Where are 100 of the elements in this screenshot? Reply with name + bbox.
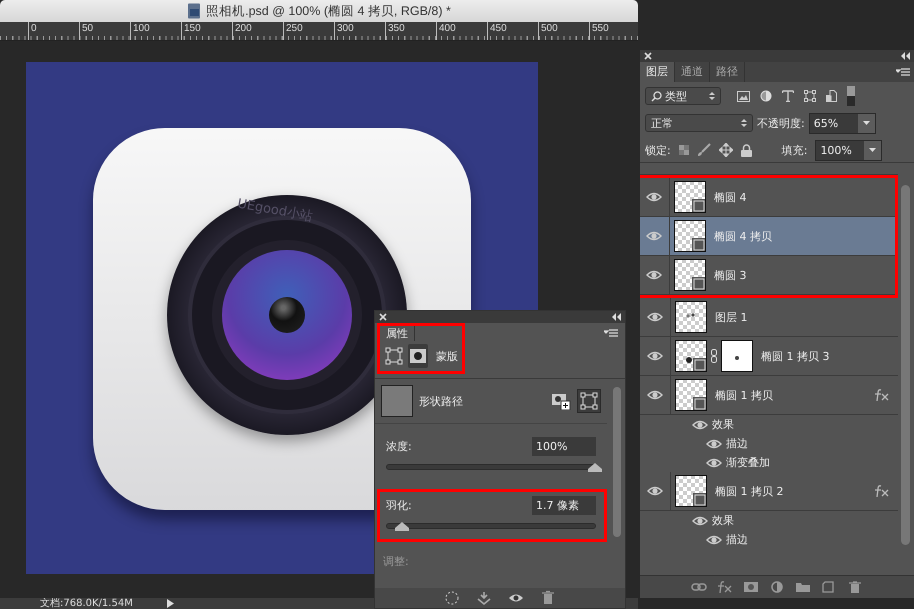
- trash-icon[interactable]: [540, 590, 556, 606]
- lens-engraving-text: UEgood小站: [236, 196, 314, 226]
- effect-name[interactable]: 描边: [726, 436, 748, 451]
- fill-field[interactable]: 100%: [815, 140, 882, 160]
- ruler-label: 150: [181, 22, 232, 40]
- visibility-eye-icon[interactable]: [692, 418, 708, 430]
- pixel-mask-button[interactable]: [408, 344, 428, 368]
- ruler-label: 200: [232, 22, 283, 40]
- field-value: 100%: [819, 142, 853, 158]
- layer-name: 椭圆 3: [714, 268, 748, 282]
- dropdown-caret-icon[interactable]: [862, 121, 870, 125]
- link-icon[interactable]: [691, 581, 707, 593]
- ruler-label: 300: [334, 22, 385, 40]
- layer-row[interactable]: 椭圆 1 拷贝: [640, 376, 898, 415]
- visibility-eye-icon[interactable]: [646, 191, 662, 203]
- ruler-label: 500: [538, 22, 589, 40]
- trash-icon[interactable]: [847, 581, 863, 593]
- layer-row[interactable]: 椭圆 4 拷贝: [640, 217, 895, 256]
- smart-object-icon[interactable]: [826, 90, 837, 102]
- layer-thumbnail: [674, 181, 706, 213]
- filter-toggle-icon[interactable]: [847, 86, 855, 106]
- ruler-label: 100: [130, 22, 181, 40]
- updown-caret-icon: [709, 91, 715, 101]
- ruler-label: 50: [79, 22, 130, 40]
- lock-icon[interactable]: [740, 144, 752, 156]
- visibility-eye-icon[interactable]: [647, 389, 663, 401]
- mask-label: 蒙版: [436, 348, 458, 364]
- panel-menu-icon[interactable]: [604, 329, 618, 338]
- folder-icon[interactable]: [795, 581, 811, 593]
- fx-icon[interactable]: [717, 581, 733, 593]
- collapse-icon[interactable]: [900, 52, 910, 60]
- ruler-label: 0: [28, 22, 79, 40]
- opacity-label: 不透明度:: [757, 116, 805, 130]
- visibility-eye-icon[interactable]: [692, 514, 708, 526]
- close-icon[interactable]: [379, 313, 387, 321]
- layer-row[interactable]: 椭圆 3: [640, 256, 895, 295]
- layer-row[interactable]: 椭圆 1 拷贝 2: [640, 472, 898, 511]
- half-circle-icon[interactable]: [760, 90, 772, 102]
- layer-name: 椭圆 4: [714, 190, 748, 204]
- lock-transparency-icon[interactable]: [678, 145, 689, 155]
- brush-icon[interactable]: [696, 143, 711, 157]
- selection-icon[interactable]: [444, 590, 460, 606]
- collapse-icon[interactable]: [611, 313, 621, 321]
- effect-name[interactable]: 效果: [712, 417, 734, 432]
- panel-tab[interactable]: 路径: [710, 62, 745, 82]
- scrollbar[interactable]: [901, 185, 910, 545]
- scrollbar[interactable]: [613, 387, 621, 537]
- shape-filter-icon[interactable]: [804, 90, 816, 102]
- visibility-eye-icon[interactable]: [706, 534, 722, 546]
- mask-icon[interactable]: [743, 581, 759, 593]
- adjustment-icon[interactable]: [769, 581, 785, 593]
- value-field[interactable]: 1.7 像素: [532, 496, 596, 515]
- density-label: 浓度:: [386, 439, 412, 454]
- chain-link-icon: [711, 349, 717, 363]
- blend-mode-dropdown[interactable]: 正常: [645, 114, 753, 132]
- type-icon[interactable]: [782, 90, 794, 102]
- ruler-label: 550: [589, 22, 640, 40]
- slider-thumb[interactable]: [588, 463, 602, 472]
- image-filter-icon[interactable]: [737, 90, 750, 102]
- layer-thumbnail: [674, 220, 706, 252]
- layer-row[interactable]: 椭圆 1 拷贝 3: [640, 337, 898, 376]
- value-field[interactable]: 100%: [532, 437, 596, 456]
- vector-path-icon: [580, 392, 598, 410]
- window-title: 照相机.psd @ 100% (椭圆 4 拷贝, RGB/8) *: [206, 2, 451, 20]
- opacity-field[interactable]: 65%: [808, 112, 876, 134]
- visibility-eye-icon[interactable]: [706, 456, 722, 468]
- effect-name[interactable]: 效果: [712, 513, 734, 528]
- move-icon[interactable]: [718, 143, 733, 157]
- vector-path-icon: [384, 346, 404, 366]
- visibility-eye-icon[interactable]: [647, 350, 663, 362]
- lens-center: [269, 297, 305, 333]
- updown-caret-icon: [741, 118, 747, 128]
- close-icon[interactable]: [644, 52, 652, 60]
- panel-tab[interactable]: 图层: [640, 62, 675, 82]
- visibility-eye-icon[interactable]: [706, 438, 722, 450]
- slider-thumb[interactable]: [394, 522, 409, 531]
- ruler-label: 450: [487, 22, 538, 40]
- vector-mask-button[interactable]: [577, 389, 601, 413]
- layer-thumbnail: [675, 379, 707, 411]
- panel-tab[interactable]: 通道: [675, 62, 710, 82]
- apply-mask-icon[interactable]: [476, 590, 492, 606]
- adjust-label: 调整:: [383, 554, 410, 569]
- mask-thumbnail: [721, 340, 753, 372]
- add-mask-icon[interactable]: [551, 392, 571, 410]
- layer-name: 图层 1: [715, 310, 748, 324]
- visibility-eye-icon[interactable]: [647, 485, 663, 497]
- dropdown-caret-icon[interactable]: [869, 148, 876, 152]
- visibility-eye-icon[interactable]: [646, 269, 662, 281]
- panel-menu-icon[interactable]: [896, 68, 910, 76]
- effect-name[interactable]: 渐变叠加: [726, 455, 770, 470]
- layer-name: 椭圆 4 拷贝: [714, 228, 773, 244]
- feather-label: 羽化:: [386, 498, 412, 513]
- filter-dropdown[interactable]: 类型: [645, 87, 721, 105]
- layer-name: 椭圆 1 拷贝 2: [715, 484, 784, 498]
- layer-row[interactable]: 图层 1: [640, 298, 898, 337]
- path-thumbnail: [381, 385, 413, 417]
- effect-name[interactable]: 描边: [726, 532, 748, 547]
- visibility-eye-icon[interactable]: [647, 311, 663, 323]
- play-arrow-icon[interactable]: [166, 599, 174, 608]
- layer-thumbnail: [674, 259, 706, 291]
